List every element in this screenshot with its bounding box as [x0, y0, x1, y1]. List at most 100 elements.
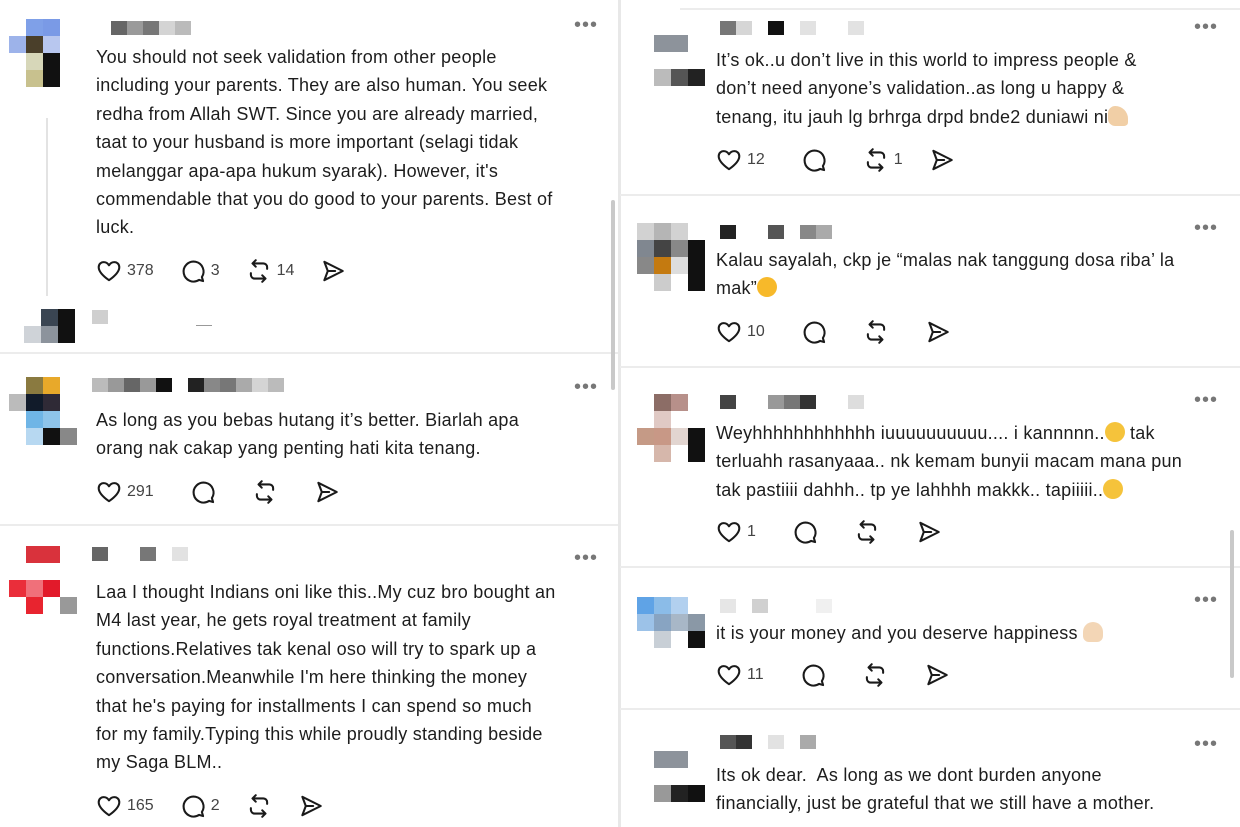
more-options-button[interactable]: ••• [1194, 390, 1218, 410]
post-text: You should not seek validation from othe… [96, 47, 553, 238]
like-count: 10 [747, 323, 765, 340]
post-actions: 291 [96, 478, 366, 506]
speech-bubble-icon [802, 664, 825, 687]
avatar[interactable] [637, 597, 705, 665]
post-actions: 165 2 [96, 792, 350, 820]
repost-count: 1 [893, 151, 903, 168]
like-button[interactable]: 12 [716, 147, 765, 173]
share-button[interactable] [298, 793, 324, 819]
repost-button[interactable] [246, 793, 272, 819]
username-redacted[interactable] [92, 547, 188, 561]
heart-icon [717, 522, 741, 543]
send-icon [919, 521, 940, 543]
reply-button[interactable]: 3 [180, 258, 220, 284]
heart-icon [97, 796, 121, 817]
share-button[interactable] [929, 147, 955, 173]
send-icon [932, 149, 953, 171]
username-redacted[interactable] [720, 21, 864, 35]
username-redacted[interactable] [92, 310, 108, 324]
username-redacted[interactable] [720, 599, 832, 613]
scrollbar[interactable] [611, 200, 615, 390]
send-icon [300, 795, 322, 817]
divider [680, 8, 1240, 10]
reply-button[interactable] [800, 662, 826, 688]
like-count: 291 [127, 483, 154, 500]
pleading-face-emoji [1104, 422, 1125, 442]
post-text-line: Weyhhhhhhhhhhhh iuuuuuuuuuu.... i kannnn… [716, 423, 1105, 443]
username-redacted[interactable] [720, 735, 816, 749]
heart-icon [717, 322, 741, 343]
divider [620, 566, 1240, 568]
reply-button[interactable] [801, 319, 827, 345]
divider [0, 352, 620, 354]
send-icon [323, 260, 345, 282]
more-options-button[interactable]: ••• [1194, 734, 1218, 754]
post-text: Kalau sayalah, ckp je “malas nak tanggun… [716, 246, 1236, 303]
post-text-body: Kalau sayalah, ckp je “malas nak tanggun… [716, 250, 1175, 299]
send-icon [928, 321, 949, 343]
more-options-button[interactable]: ••• [574, 377, 598, 397]
like-button[interactable]: 291 [96, 479, 154, 505]
avatar[interactable] [9, 377, 77, 445]
repost-arrows-icon [866, 320, 885, 344]
avatar[interactable] [637, 394, 705, 462]
username-redacted[interactable] [111, 21, 191, 35]
like-button[interactable]: 378 [96, 258, 154, 284]
repost-arrows-icon [249, 794, 268, 818]
username-redacted[interactable] [720, 395, 864, 409]
send-icon [317, 481, 338, 503]
like-button[interactable]: 11 [716, 662, 764, 688]
like-button[interactable]: 165 [96, 793, 154, 819]
repost-button[interactable] [863, 319, 889, 345]
share-button[interactable] [916, 519, 942, 545]
repost-button[interactable] [854, 519, 880, 545]
speech-bubble-icon [182, 260, 205, 283]
post-text: Its ok dear. As long as we dont burden a… [716, 765, 1155, 814]
post-actions: 10 [716, 318, 977, 346]
repost-button[interactable] [252, 479, 278, 505]
reply-button[interactable] [801, 147, 827, 173]
repost-button[interactable]: 14 [246, 258, 294, 284]
post-text: It’s ok..u don’t live in this world to i… [716, 46, 1236, 131]
divider [0, 524, 620, 526]
post-text: Weyhhhhhhhhhhhh iuuuuuuuuuu.... i kannnn… [716, 419, 1236, 504]
repost-arrows-icon [255, 480, 274, 504]
username-redacted[interactable] [720, 225, 848, 239]
scrollbar[interactable] [1230, 530, 1234, 678]
reply-button[interactable] [792, 519, 818, 545]
avatar-small[interactable] [24, 309, 75, 343]
heart-icon [97, 261, 121, 282]
reply-button[interactable]: 2 [180, 793, 220, 819]
post-actions: 1 [716, 518, 968, 546]
avatar[interactable] [654, 18, 705, 86]
reply-button[interactable] [190, 479, 216, 505]
speech-bubble-icon [182, 795, 205, 818]
post-text-body: it is your money and you deserve happine… [716, 623, 1078, 643]
avatar[interactable] [9, 546, 77, 614]
post-text-line: terluahh rasanyaaa.. nk kemam bunyii mac… [716, 451, 1182, 472]
post-text-line: tak pastiiii dahhh.. tp ye lahhhh makkk.… [716, 479, 1104, 500]
more-options-button[interactable]: ••• [1194, 590, 1218, 610]
avatar[interactable] [9, 19, 77, 87]
repost-button[interactable]: 1 [863, 147, 903, 173]
avatar[interactable] [654, 734, 705, 802]
more-options-button[interactable]: ••• [1194, 17, 1218, 37]
like-button[interactable]: 10 [716, 319, 765, 345]
flexed-biceps-emoji [1108, 105, 1129, 126]
more-options-button[interactable]: ••• [574, 15, 598, 35]
more-options-button[interactable]: ••• [1194, 218, 1218, 238]
share-button[interactable] [924, 662, 950, 688]
more-options-button[interactable]: ••• [574, 548, 598, 568]
post-text: As long as you bebas hutang it’s better.… [96, 410, 519, 459]
share-button[interactable] [925, 319, 951, 345]
share-button[interactable] [314, 479, 340, 505]
avatar[interactable] [637, 223, 705, 291]
like-button[interactable]: 1 [716, 519, 756, 545]
share-button[interactable] [320, 258, 346, 284]
repost-button[interactable] [862, 662, 888, 688]
repost-arrows-icon [249, 259, 268, 283]
like-count: 378 [127, 262, 154, 279]
username-redacted[interactable] [92, 378, 284, 392]
post-text-line: tak [1124, 423, 1155, 443]
like-count: 11 [747, 666, 764, 683]
